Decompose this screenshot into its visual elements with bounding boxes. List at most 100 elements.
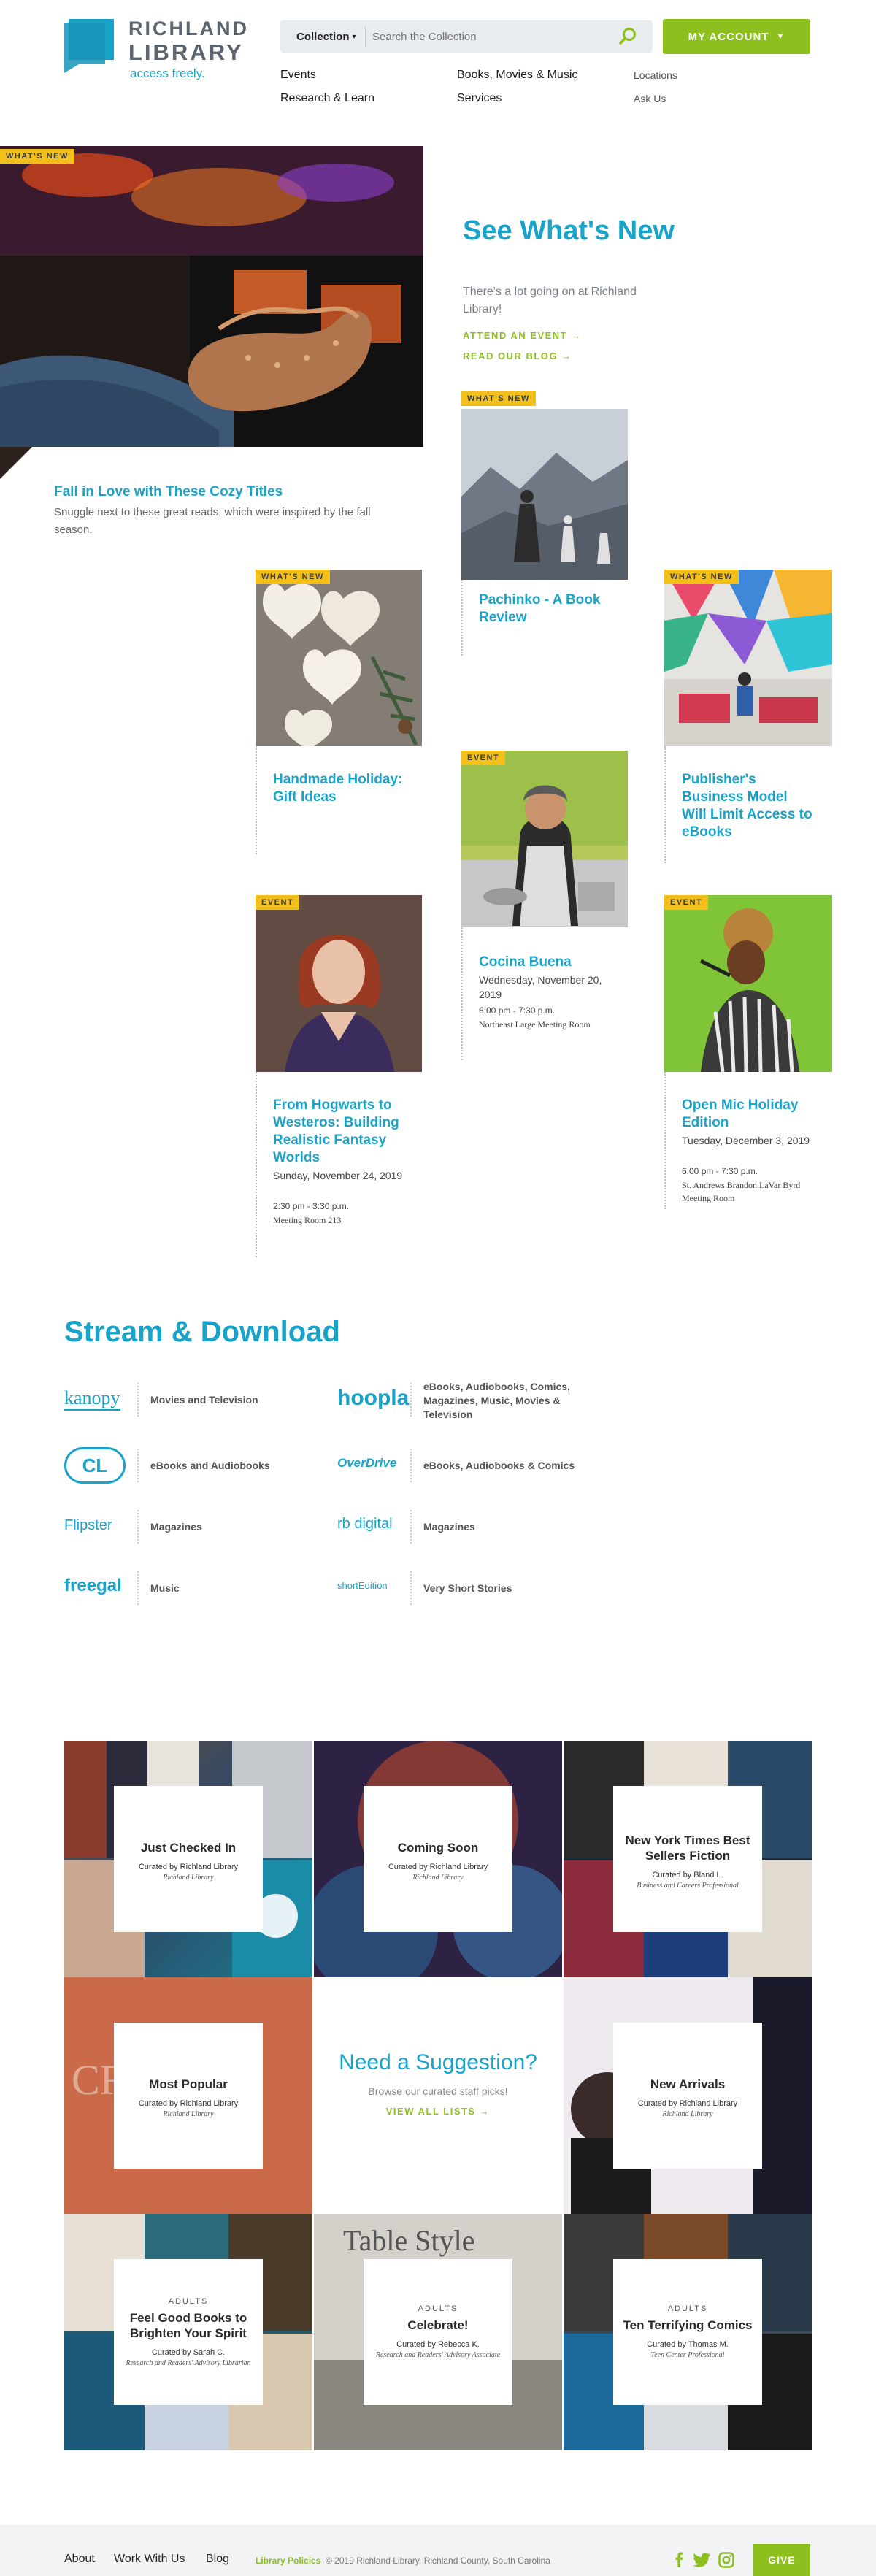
list-curator-role: Research and Readers' Advisory Associate <box>375 2351 501 2359</box>
cloud-library-logo[interactable]: CL <box>64 1447 126 1484</box>
twitter-icon[interactable] <box>693 2553 711 2571</box>
cocina-title-link[interactable]: Cocina Buena <box>479 954 625 971</box>
pachinko-image[interactable] <box>461 409 628 580</box>
list-card: New York Times Best Sellers Fiction Cura… <box>613 1786 762 1932</box>
nav-research-learn[interactable]: Research & Learn <box>280 92 374 105</box>
nav-ask-us[interactable]: Ask Us <box>634 93 666 104</box>
kanopy-divider <box>137 1383 139 1417</box>
list-curator-role: Teen Center Professional <box>650 2351 725 2359</box>
flipster-logo[interactable]: Flipster <box>64 1517 112 1534</box>
list-tile-nyt-best-sellers[interactable]: New York Times Best Sellers Fiction Cura… <box>564 1741 812 1977</box>
collection-dropdown[interactable]: Collection ▾ <box>280 20 365 53</box>
pachinko-whats-new-badge: WHAT'S NEW <box>461 391 536 406</box>
cocina-buena-image[interactable] <box>461 751 628 927</box>
list-tile-celebrate[interactable]: Table Style ADULTS Celebrate! Curated by… <box>314 2214 562 2450</box>
handmade-whats-new-badge: WHAT'S NEW <box>256 570 330 584</box>
open-mic-image[interactable] <box>664 895 832 1072</box>
list-kicker: ADULTS <box>667 2304 708 2313</box>
list-curator-role: Business and Careers Professional <box>637 1881 739 1890</box>
handmade-divider <box>256 746 257 854</box>
list-card: Just Checked In Curated by Richland Libr… <box>114 1786 263 1932</box>
flipster-description: Magazines <box>150 1521 202 1533</box>
open-mic-divider <box>664 1072 666 1209</box>
list-curator: Curated by Sarah C. <box>151 2347 226 2357</box>
hero-image-cozy-socks[interactable] <box>0 146 423 447</box>
open-mic-title-link[interactable]: Open Mic Holiday Edition <box>682 1097 821 1132</box>
short-edition-divider <box>410 1571 412 1605</box>
hoopla-divider <box>410 1383 412 1417</box>
cocina-event-badge: EVENT <box>461 751 506 765</box>
footer-copyright: © 2019 Richland Library, Richland County… <box>326 2556 550 2566</box>
open-mic-time: 6:00 pm - 7:30 p.m. <box>682 1166 758 1176</box>
publisher-image[interactable] <box>664 570 832 746</box>
open-mic-event-badge: EVENT <box>664 895 709 910</box>
suggestion-title: Need a Suggestion? <box>339 2050 537 2074</box>
list-card: ADULTS Ten Terrifying Comics Curated by … <box>613 2259 762 2405</box>
overdrive-divider <box>410 1449 412 1482</box>
list-card: New Arrivals Curated by Richland Library… <box>613 2023 762 2169</box>
overdrive-logo[interactable]: OverDrive <box>337 1456 396 1471</box>
search-input[interactable] <box>372 20 606 53</box>
footer-work-with-us-link[interactable]: Work With Us <box>114 2553 185 2566</box>
nav-events[interactable]: Events <box>280 69 316 82</box>
list-kicker: ADULTS <box>418 2304 458 2313</box>
hoopla-logo[interactable]: hoopla <box>337 1386 409 1411</box>
hogwarts-title-link[interactable]: From Hogwarts to Westeros: Building Real… <box>273 1097 419 1167</box>
my-account-button[interactable]: MY ACCOUNT ▼ <box>663 19 810 54</box>
hero-corner-notch <box>0 447 32 479</box>
view-all-lists-link[interactable]: VIEW ALL LISTS → <box>314 2106 562 2117</box>
handmade-holiday-image[interactable] <box>256 570 422 746</box>
list-curator-role: Research and Readers' Advisory Librarian <box>126 2358 251 2367</box>
list-curator: Curated by Richland Library <box>388 1863 488 1871</box>
handmade-title-link[interactable]: Handmade Holiday: Gift Ideas <box>273 771 404 806</box>
suggestion-panel: Need a Suggestion? Browse our curated st… <box>314 1977 562 2214</box>
logo-text-line2: LIBRARY <box>128 39 244 65</box>
nav-locations[interactable]: Locations <box>634 69 677 81</box>
short-edition-description: Very Short Stories <box>423 1582 512 1594</box>
list-tile-just-checked-in[interactable]: Just Checked In Curated by Richland Libr… <box>64 1741 312 1977</box>
cloud-library-description: eBooks and Audiobooks <box>150 1460 270 1471</box>
logo-mark[interactable] <box>64 19 115 73</box>
facebook-icon[interactable] <box>672 2551 686 2571</box>
feature-title-link[interactable]: Fall in Love with These Cozy Titles <box>54 483 361 501</box>
nav-books-movies-music[interactable]: Books, Movies & Music <box>457 69 577 82</box>
publisher-title-link[interactable]: Publisher's Business Model Will Limit Ac… <box>682 771 813 841</box>
list-curator: Curated by Richland Library <box>637 2099 738 2108</box>
list-tile-new-arrivals[interactable]: New Arrivals Curated by Richland Library… <box>564 1977 812 2214</box>
hogwarts-image[interactable] <box>256 895 422 1072</box>
whats-new-badge: WHAT'S NEW <box>0 149 74 164</box>
rbdigital-divider <box>410 1510 412 1544</box>
rbdigital-logo[interactable]: rb digital <box>337 1516 393 1533</box>
list-title: Celebrate! <box>407 2318 469 2332</box>
list-card: ADULTS Feel Good Books to Brighten Your … <box>114 2259 263 2405</box>
footer <box>0 2525 876 2576</box>
give-button[interactable]: GIVE <box>753 2544 810 2576</box>
instagram-icon[interactable] <box>718 2552 734 2572</box>
list-tile-most-popular[interactable]: CR DS Most Popular Curated by Richland L… <box>64 1977 312 2214</box>
short-edition-logo[interactable]: shortEdition <box>337 1580 388 1591</box>
list-curator: Curated by Richland Library <box>138 2099 239 2108</box>
freegal-logo[interactable]: freegal <box>64 1576 122 1596</box>
attend-event-link[interactable]: ATTEND AN EVENT → <box>463 330 582 341</box>
footer-blog-link[interactable]: Blog <box>206 2553 229 2566</box>
rbdigital-description: Magazines <box>423 1521 475 1533</box>
kanopy-logo[interactable]: kanopy <box>64 1387 120 1411</box>
svg-text:Table Style: Table Style <box>343 2224 475 2257</box>
search-button[interactable] <box>615 25 641 48</box>
list-curator: Curated by Rebecca K. <box>396 2340 480 2349</box>
list-curator: Curated by Bland L. <box>652 1870 723 1879</box>
list-card: Most Popular Curated by Richland Library… <box>114 2023 263 2169</box>
freegal-divider <box>137 1571 139 1605</box>
list-tile-ten-terrifying-comics[interactable]: ADULTS Ten Terrifying Comics Curated by … <box>564 2214 812 2450</box>
list-tile-coming-soon[interactable]: Coming Soon Curated by Richland Library … <box>314 1741 562 1977</box>
stream-section-title: Stream & Download <box>64 1316 340 1348</box>
list-tile-feel-good-books[interactable]: ADULTS Feel Good Books to Brighten Your … <box>64 2214 312 2450</box>
flipster-divider <box>137 1510 139 1544</box>
footer-about-link[interactable]: About <box>64 2553 95 2566</box>
read-blog-link[interactable]: READ OUR BLOG → <box>463 350 572 361</box>
pachinko-title-link[interactable]: Pachinko - A Book Review <box>479 591 625 626</box>
nav-services[interactable]: Services <box>457 92 502 105</box>
list-card: Coming Soon Curated by Richland Library … <box>364 1786 512 1932</box>
cloud-library-divider <box>137 1449 139 1482</box>
footer-policies-link[interactable]: Library Policies <box>256 2556 320 2566</box>
